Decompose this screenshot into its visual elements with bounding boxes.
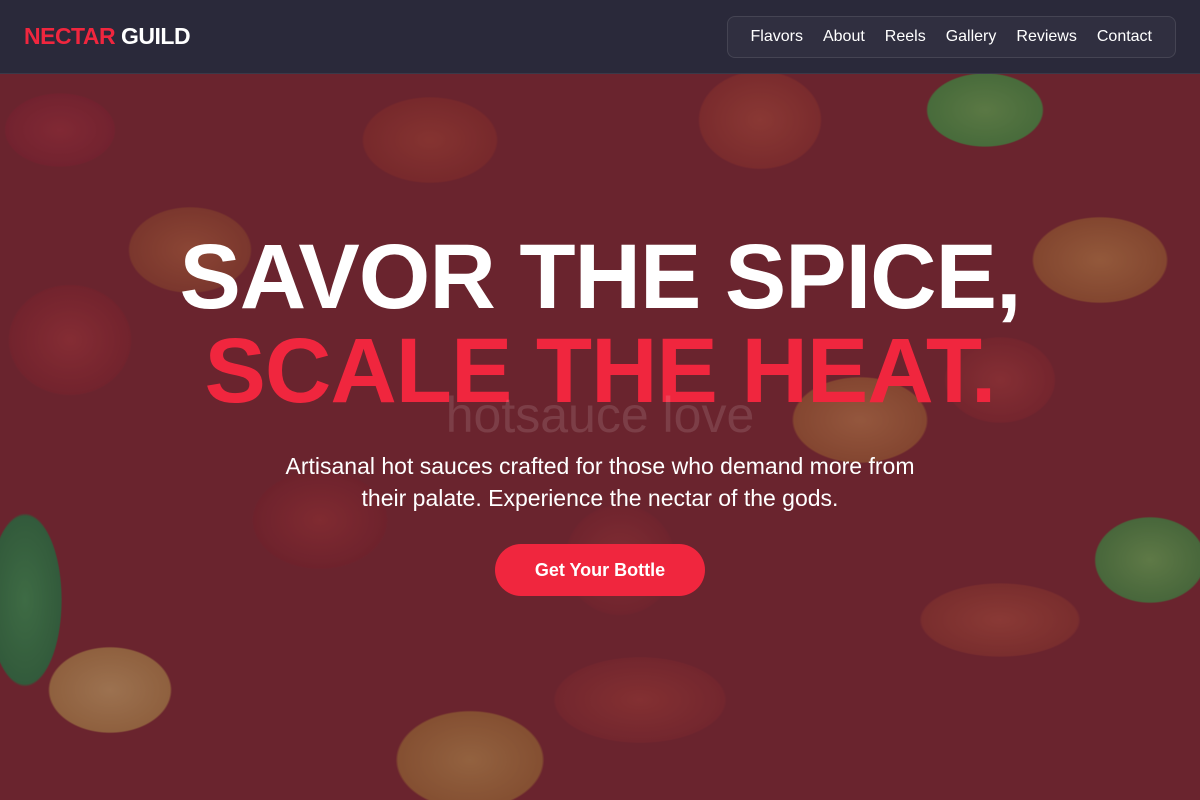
nav-link-reviews[interactable]: Reviews	[1006, 16, 1086, 58]
brand-logo-plain: GUILD	[121, 23, 191, 49]
hero-subtext: Artisanal hot sauces crafted for those w…	[285, 453, 915, 511]
get-your-bottle-button[interactable]: Get Your Bottle	[495, 544, 705, 596]
nav-link-reels[interactable]: Reels	[875, 16, 936, 58]
nav-link-about[interactable]: About	[813, 16, 875, 58]
nav-link-gallery[interactable]: Gallery	[936, 16, 1007, 58]
nav-link-contact[interactable]: Contact	[1087, 16, 1162, 58]
main-nav: Flavors About Reels Gallery Reviews Cont…	[726, 15, 1176, 58]
hero-headline-line1: SAVOR THE SPICE,	[179, 226, 1021, 328]
brand-logo[interactable]: NECTAR GUILD	[24, 23, 191, 50]
brand-logo-accent: NECTAR	[24, 23, 116, 49]
hero-headline: SAVOR THE SPICE, SCALE THE HEAT.	[179, 226, 1021, 422]
site-header: NECTAR GUILD Flavors About Reels Gallery…	[0, 0, 1200, 74]
hero-section: hotsauce love SAVOR THE SPICE, SCALE THE…	[0, 74, 1200, 800]
hero-headline-line2: SCALE THE HEAT.	[204, 320, 997, 422]
nav-link-flavors[interactable]: Flavors	[741, 16, 813, 58]
